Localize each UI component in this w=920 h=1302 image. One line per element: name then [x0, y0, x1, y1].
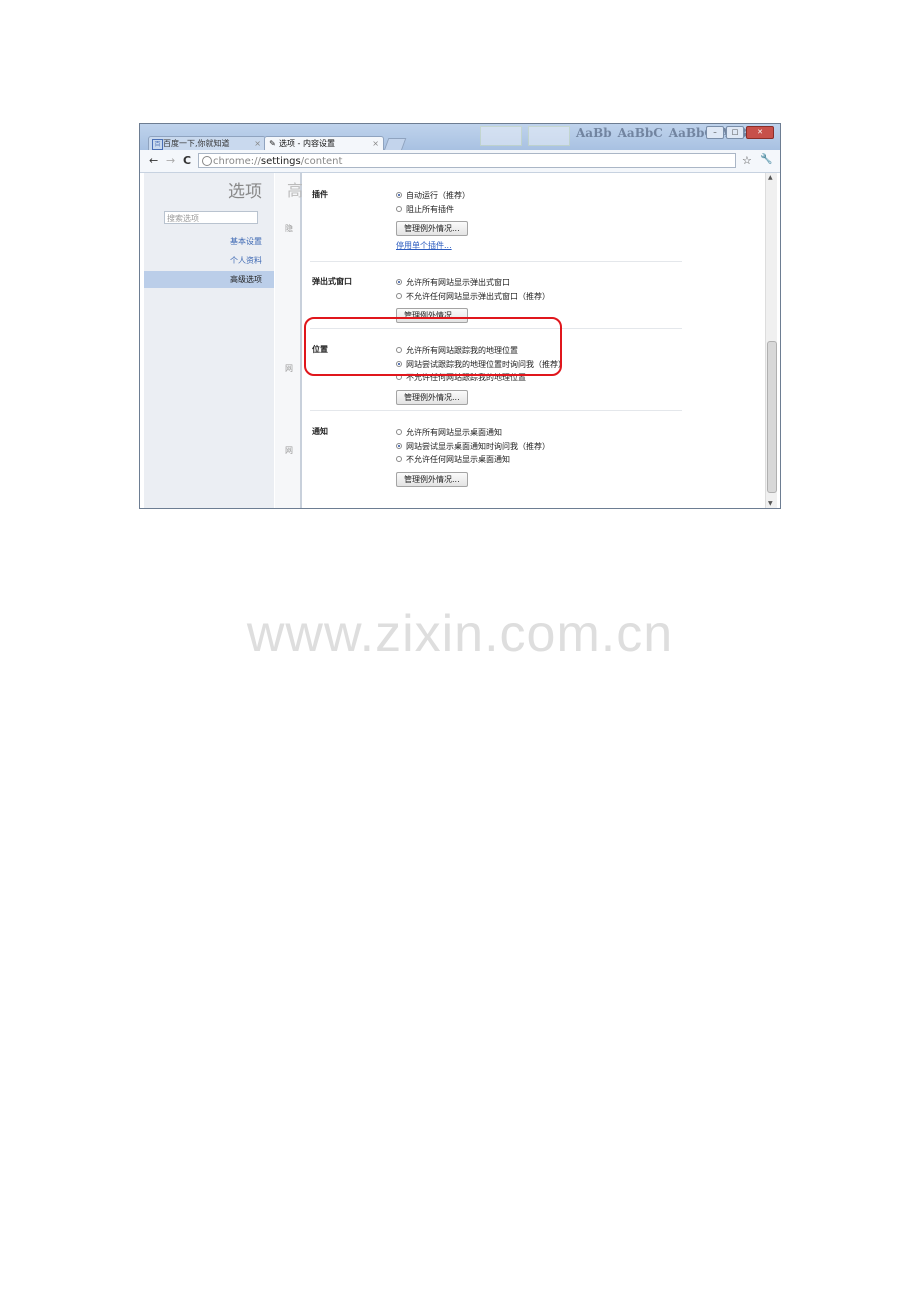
window-controls: – □ ✕	[706, 126, 774, 139]
scroll-up-icon[interactable]: ▲	[768, 174, 773, 181]
popup-highlight-annotation	[304, 317, 562, 376]
scrollbar[interactable]: ▲ ▼	[765, 173, 777, 508]
tab-baidu[interactable]: 百 百度一下,你就知道 ×	[148, 136, 266, 150]
tab-settings[interactable]: ✎ 选项 - 内容设置 ×	[264, 136, 384, 150]
section-title: 弹出式窗口	[312, 277, 352, 286]
scroll-down-icon[interactable]: ▼	[768, 500, 773, 507]
forward-arrow-icon[interactable]: →	[166, 154, 175, 167]
watermark: www.zixin.com.cn	[246, 605, 674, 663]
url-host: settings	[260, 156, 301, 167]
tab-label: 选项 - 内容设置	[279, 139, 335, 148]
search-input[interactable]: 搜索选项	[164, 211, 258, 224]
minimize-button[interactable]: –	[706, 126, 724, 139]
wrench-menu-icon[interactable]: 🔧	[760, 154, 772, 165]
settings-sidebar: 选项 搜索选项 基本设置 个人资料 高级选项	[144, 173, 274, 508]
radio-option[interactable]: 允许所有网站显示弹出式窗口	[396, 276, 550, 290]
browser-window: AaBbAaBbCAaBbCAaBb 百 百度一下,你就知道 × ✎ 选项 - …	[139, 123, 781, 509]
disable-plugins-link[interactable]: 停用单个插件...	[396, 240, 470, 251]
back-arrow-icon[interactable]: ←	[149, 154, 158, 167]
wrench-icon: ✎	[269, 139, 276, 148]
radio-option[interactable]: 不允许任何网站显示桌面通知	[396, 453, 550, 467]
radio-unchecked[interactable]	[396, 429, 402, 435]
close-icon[interactable]: ×	[372, 137, 379, 151]
section-title: 通知	[312, 427, 328, 436]
radio-checked[interactable]	[396, 279, 402, 285]
underpage-label: 隐	[285, 224, 293, 233]
radio-option[interactable]: 自动运行（推荐）	[396, 189, 470, 203]
section-title: 插件	[312, 190, 328, 199]
maximize-button[interactable]: □	[726, 126, 744, 139]
manage-exceptions-button[interactable]: 管理例外情况...	[396, 221, 468, 236]
underlying-page-edge: 高 隐 网 网	[275, 173, 304, 508]
radio-checked[interactable]	[396, 442, 402, 449]
radio-option[interactable]: 不允许任何网站显示弹出式窗口（推荐）	[396, 290, 550, 304]
radio-option[interactable]: 允许所有网站显示桌面通知	[396, 426, 550, 440]
manage-exceptions-button[interactable]: 管理例外情况...	[396, 471, 468, 487]
radio-option[interactable]: 阻止所有插件	[396, 203, 470, 217]
reload-icon[interactable]: C	[183, 154, 191, 167]
radio-unchecked[interactable]	[396, 292, 402, 299]
baidu-icon: 百	[152, 139, 163, 150]
underpage-label: 网	[285, 446, 293, 455]
title-bar: AaBbAaBbCAaBbCAaBb 百 百度一下,你就知道 × ✎ 选项 - …	[140, 124, 780, 151]
manage-exceptions-button[interactable]: 管理例外情况...	[396, 389, 468, 405]
tab-label: 百度一下,你就知道	[163, 139, 230, 148]
address-bar[interactable]: chrome://settings/content	[198, 153, 736, 168]
radio-unchecked[interactable]	[396, 456, 402, 462]
underpage-label: 网	[285, 364, 293, 373]
url-path: /content	[300, 156, 343, 167]
toolbar: ← → C chrome://settings/content ☆ 🔧	[140, 150, 780, 173]
page-icon	[202, 156, 212, 166]
radio-option[interactable]: 网站尝试显示桌面通知时询问我（推荐）	[396, 440, 550, 454]
divider	[310, 410, 682, 411]
sidebar-title: 选项	[228, 182, 262, 202]
settings-content: 选项 搜索选项 基本设置 个人资料 高级选项 高 隐 网 网 插件 自动运行（推…	[140, 173, 780, 508]
radio-checked[interactable]	[396, 192, 402, 198]
sidebar-item-basic[interactable]: 基本设置	[230, 236, 262, 247]
radio-unchecked[interactable]	[396, 205, 402, 212]
scrollbar-thumb[interactable]	[767, 341, 777, 493]
bookmark-star-icon[interactable]: ☆	[742, 154, 752, 167]
underpage-heading: 高	[287, 181, 304, 200]
close-window-button[interactable]: ✕	[746, 126, 774, 139]
close-icon[interactable]: ×	[254, 137, 261, 151]
url-scheme: chrome://	[213, 156, 261, 167]
sidebar-item-advanced[interactable]: 高级选项	[144, 271, 274, 288]
divider	[310, 261, 682, 262]
sidebar-item-personal[interactable]: 个人资料	[230, 255, 262, 266]
